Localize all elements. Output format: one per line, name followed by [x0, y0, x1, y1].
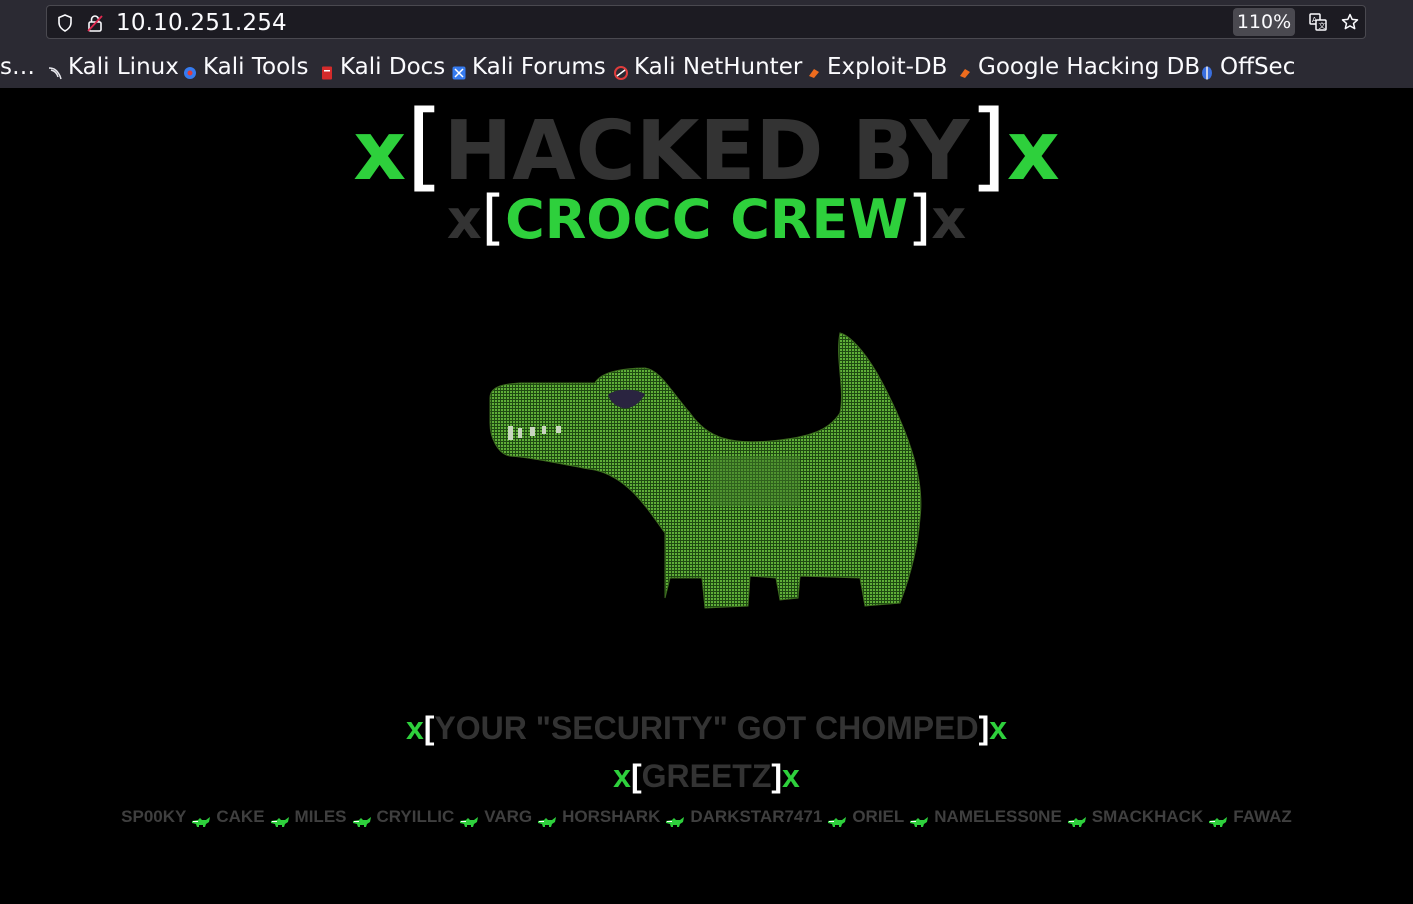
- bookmark-kali-linux[interactable]: Kali Linux: [48, 50, 179, 84]
- greetz-name: FAWAZ: [1233, 807, 1292, 826]
- bookmark-label: Kali Forums: [472, 54, 606, 80]
- offsec-icon: [1200, 60, 1214, 80]
- bookmark-label: Kali Docs: [340, 54, 446, 80]
- greetz-name: VARG: [484, 807, 533, 826]
- title-x-right: x: [1006, 104, 1060, 199]
- bookmark-label: Google Hacking DB: [978, 54, 1201, 80]
- bookmark-label: Exploit-DB: [827, 54, 948, 80]
- greetz-name: ORIEL: [852, 807, 905, 826]
- greetz-name: DARKSTAR7471: [690, 807, 823, 826]
- kali-docs-icon: [320, 60, 334, 80]
- shield-icon[interactable]: [57, 14, 73, 36]
- bookmark-star-icon[interactable]: [1341, 13, 1359, 35]
- nethunter-icon: [614, 60, 628, 80]
- address-bar[interactable]: 10.10.251.254 110% A文: [46, 5, 1366, 39]
- bookmark-label: s…: [0, 54, 35, 80]
- bookmark-kali-tools[interactable]: Kali Tools: [183, 50, 309, 84]
- crocodile-icon: [459, 812, 479, 827]
- url-text[interactable]: 10.10.251.254: [116, 10, 287, 36]
- chomped-bracket-close: ]: [978, 710, 990, 746]
- crocodile-icon: [1067, 812, 1087, 827]
- bookmark-item[interactable]: s…: [0, 50, 35, 84]
- greetz-bracket-close: ]: [771, 758, 783, 794]
- bookmark-google-hacking-db[interactable]: Google Hacking DB: [958, 50, 1200, 84]
- svg-text:文: 文: [1319, 21, 1326, 30]
- crocodile-icon: [1208, 812, 1228, 827]
- zoom-level-badge[interactable]: 110%: [1233, 8, 1295, 36]
- crocodile-ascii-art: [480, 328, 940, 628]
- subtitle-text: CROCC CREW: [505, 188, 908, 251]
- greetz-name: CAKE: [216, 807, 265, 826]
- crocodile-icon: [537, 812, 557, 827]
- greetz-name: NAMELESS0NE: [934, 807, 1062, 826]
- greetz-name: HORSHARK: [562, 807, 661, 826]
- bookmark-exploit-db[interactable]: Exploit-DB: [807, 50, 947, 84]
- kali-forums-icon: [452, 60, 466, 80]
- chomped-x-right: x: [989, 710, 1008, 746]
- title-x-left: x: [353, 104, 407, 199]
- greetz-bracket-open: [: [630, 758, 642, 794]
- bookmark-label: OffSec: [1220, 54, 1296, 80]
- ghdb-icon: [958, 60, 972, 78]
- crocodile-icon: [665, 812, 685, 827]
- chomped-text: YOUR "SECURITY" GOT CHOMPED: [434, 710, 979, 746]
- insecure-lock-icon[interactable]: [87, 14, 103, 36]
- page-subtitle: x[CROCC CREW]x: [0, 186, 1413, 252]
- subtitle-x-left: x: [446, 188, 482, 251]
- title-text: HACKED BY: [443, 104, 970, 199]
- subtitle-x-right: x: [931, 188, 967, 251]
- greetz-name: SP00KY: [121, 807, 187, 826]
- kali-dragon-icon: [48, 60, 62, 80]
- greetz-name: SMACKHACK: [1091, 807, 1204, 826]
- greetz-names-list: SP00KY CAKE MILES CRYILLIC VARG HORSHARK DARKS…: [0, 806, 1413, 828]
- greetz-x-right: x: [782, 758, 800, 794]
- crocodile-icon: [352, 812, 372, 827]
- browser-toolbar: 10.10.251.254 110% A文 s… Kali Linux Kali…: [0, 0, 1413, 88]
- bookmark-offsec[interactable]: OffSec: [1200, 50, 1295, 84]
- bookmark-label: Kali NetHunter: [634, 54, 803, 80]
- bookmark-kali-nethunter[interactable]: Kali NetHunter: [614, 50, 802, 84]
- chomped-heading: x[YOUR "SECURITY" GOT CHOMPED]x: [0, 708, 1413, 748]
- page-title: x[HACKED BY]x: [0, 98, 1413, 200]
- translate-icon[interactable]: A文: [1309, 13, 1327, 35]
- greetz-heading: x[GREETZ]x: [0, 756, 1413, 796]
- greetz-name: MILES: [294, 807, 347, 826]
- bookmark-kali-forums[interactable]: Kali Forums: [452, 50, 606, 84]
- kali-tools-icon: [183, 60, 197, 79]
- greetz-text: GREETZ: [641, 758, 772, 794]
- defacement-page: x[HACKED BY]x x[CROCC CREW]x x[YOUR "SEC…: [0, 88, 1413, 904]
- bookmark-label: Kali Tools: [203, 54, 309, 80]
- crocodile-icon: [191, 812, 211, 827]
- crocodile-icon: [827, 812, 847, 827]
- crocodile-icon: [909, 812, 929, 827]
- subtitle-bracket-open: [: [481, 183, 506, 253]
- bookmark-label: Kali Linux: [68, 54, 179, 80]
- bookmark-kali-docs[interactable]: Kali Docs: [320, 50, 445, 84]
- crocodile-icon: [270, 812, 290, 827]
- exploit-db-icon: [807, 60, 821, 78]
- subtitle-bracket-close: ]: [907, 183, 932, 253]
- greetz-x-left: x: [613, 758, 631, 794]
- chomped-x-left: x: [405, 710, 424, 746]
- svg-text:A: A: [1312, 16, 1317, 24]
- greetz-name: CRYILLIC: [376, 807, 455, 826]
- chomped-bracket-open: [: [423, 710, 435, 746]
